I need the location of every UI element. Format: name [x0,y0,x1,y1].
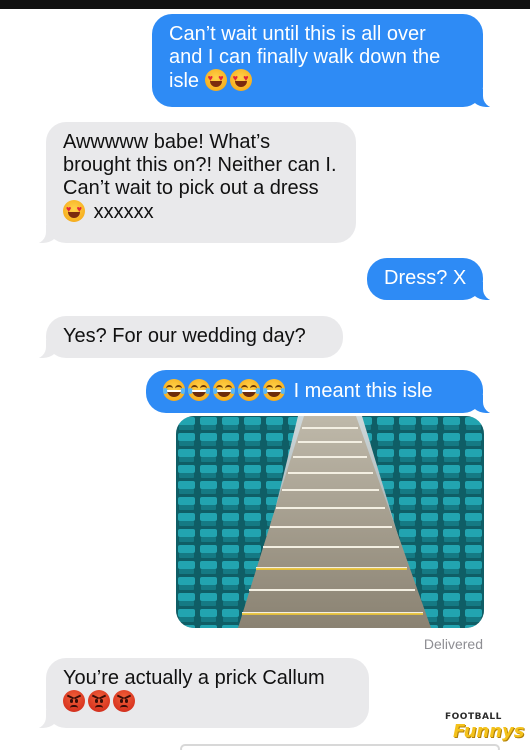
tears-of-joy-emoji-icon [188,379,210,401]
tears-of-joy-emoji-icon [238,379,260,401]
tears-of-joy-emoji-icon [213,379,235,401]
angry-face-emoji-icon [88,690,110,712]
message-last-line: I meant this isle [163,379,466,403]
message-line: Can’t wait to pick out a dress [63,177,319,199]
heart-eyes-emoji-icon: ♥ ♥ [63,200,85,222]
heart-eyes-emoji-icon: ♥ ♥ [204,69,227,91]
message-bubble-received[interactable]: You’re actually a prick Callum [24,658,369,729]
message-bubble-sent[interactable]: I meant this isle [146,370,505,414]
message-bubble-sent[interactable]: Dress? X [367,258,505,301]
message-bubble-received[interactable]: Awwwww babe! What’s brought this on?! Ne… [24,122,356,244]
message-last-line: ♥ ♥ xxxxxx [63,200,339,224]
angry-face-emoji-icon [63,690,85,712]
message-line: xxxxxx [93,201,154,223]
tears-of-joy-emoji-icon [163,379,185,401]
message-last-line: isle ♥ ♥ ♥ ♥ [169,69,466,93]
stadium-stairs-photo[interactable] [176,416,484,628]
heart-eyes-emoji-icon: ♥ ♥ [229,69,252,91]
message-line: Yes? For our wedding day? [63,325,306,347]
message-line: I meant this isle [293,380,433,402]
stadium-stairs-image [176,416,484,628]
status-bar-edge [0,0,530,9]
watermark-bottom-text: Funnys [453,721,525,742]
message-bubble-sent[interactable]: Can’t wait until this is all over and I … [152,14,505,108]
message-line: Can’t wait until this is all over [169,23,426,45]
football-funnys-watermark-logo: FOOTBALL Funnys [445,712,524,746]
tears-of-joy-emoji-icon [263,379,285,401]
message-line: brought this on?! Neither can I. [63,154,337,176]
message-line: Awwwww babe! What’s [63,131,271,153]
next-message-bubble-edge [180,744,500,750]
message-line: Dress? X [384,267,467,289]
message-last-line [63,690,352,714]
delivered-status: Delivered [423,636,483,652]
angry-face-emoji-icon [113,690,135,712]
message-line: isle [169,70,200,92]
message-bubble-received[interactable]: Yes? For our wedding day? [24,316,343,359]
message-line: and I can finally walk down the [169,46,441,68]
message-line: You’re actually a prick Callum [63,667,325,689]
